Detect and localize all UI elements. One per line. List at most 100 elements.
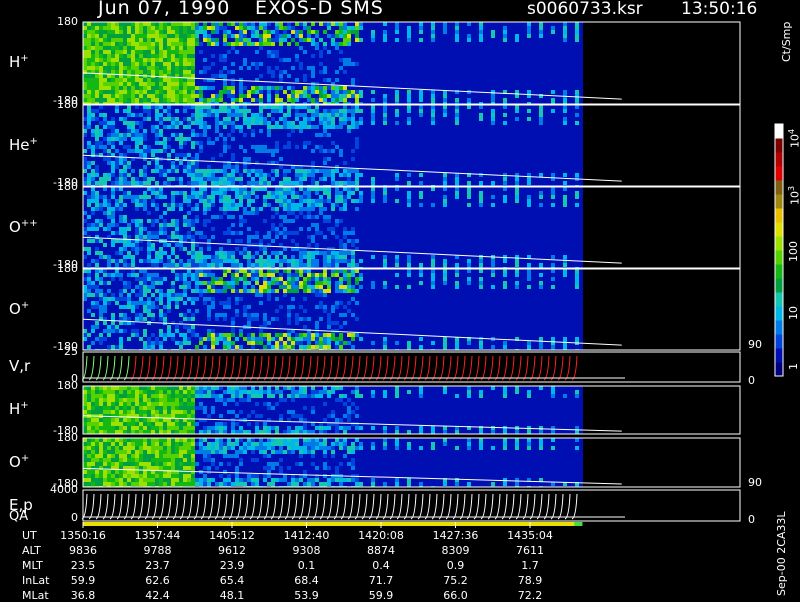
spectrogram-cell	[127, 149, 131, 153]
spectrogram-cell	[415, 105, 419, 109]
spectrogram-cell	[131, 117, 135, 121]
spectrogram-cell	[519, 105, 523, 109]
spectrogram-cell	[135, 78, 139, 82]
spectrogram-cell	[347, 181, 351, 185]
spectrogram-cell	[119, 113, 123, 117]
spectrogram-cell	[431, 113, 435, 117]
spectrogram-cell	[363, 109, 367, 113]
spectrogram-cell	[311, 46, 315, 50]
spectrogram-cell	[83, 133, 87, 137]
spectrogram-cell	[427, 58, 431, 62]
spectrogram-cell	[419, 165, 423, 169]
spectrogram-cell	[459, 161, 463, 165]
spectrogram-cell	[419, 137, 423, 141]
spectrogram-cell	[227, 54, 231, 58]
spectrogram-cell	[487, 181, 491, 185]
spectrogram-cell	[503, 141, 507, 145]
spectrogram-cell	[99, 129, 103, 133]
spectrogram-cell	[247, 145, 251, 149]
spectrogram-cell	[151, 30, 155, 34]
spectrogram-cell	[271, 149, 275, 153]
spectrogram-cell	[115, 105, 119, 109]
spectrogram-cell	[215, 181, 219, 185]
spectrogram-cell	[355, 137, 359, 141]
spectrogram-cell	[371, 177, 375, 181]
spectrogram-cell	[175, 66, 179, 70]
spectrogram-cell	[539, 46, 543, 50]
spectrogram-cell	[87, 165, 91, 169]
spectrogram-cell	[95, 129, 99, 133]
spectrogram-cell	[347, 74, 351, 78]
spectrogram-cell	[263, 169, 267, 173]
spectrogram-cell	[431, 42, 435, 46]
spectrogram-cell	[155, 109, 159, 113]
spectrogram-cell	[475, 105, 479, 109]
spectrogram-cell	[475, 66, 479, 70]
spectrogram-cell	[503, 46, 507, 50]
spectrogram-cell	[139, 125, 143, 129]
spectrogram-cell	[151, 137, 155, 141]
spectrogram-cell	[171, 169, 175, 173]
spectrogram-cell	[379, 177, 383, 181]
spectrogram-cell	[195, 137, 199, 141]
spectrogram-cell	[183, 117, 187, 121]
spectrogram-cell	[203, 121, 207, 125]
spectrogram-cell	[99, 30, 103, 34]
spectrogram-cell	[515, 82, 519, 86]
spectrogram-cell	[267, 46, 271, 50]
spectrogram-cell	[163, 86, 167, 90]
spectrogram-cell	[431, 181, 435, 185]
spectrogram-cell	[427, 54, 431, 58]
spectrogram-cell	[391, 145, 395, 149]
spectrogram-cell	[451, 78, 455, 82]
spectrogram-cell	[103, 94, 107, 98]
spectrogram-cell	[519, 46, 523, 50]
spectrogram-cell	[155, 94, 159, 98]
spectrogram-cell	[227, 98, 231, 102]
spectrogram-cell	[491, 133, 495, 137]
spectrogram-cell	[431, 74, 435, 78]
spectrogram-cell	[411, 58, 415, 62]
spectrogram-cell	[419, 58, 423, 62]
spectrogram-cell	[199, 173, 203, 177]
spectrogram-cell	[527, 105, 531, 109]
spectrogram-cell	[195, 54, 199, 58]
spectrogram-cell	[235, 82, 239, 86]
spectrogram-cell	[523, 145, 527, 149]
spectrogram-cell	[267, 22, 271, 26]
spectrogram-cell	[115, 26, 119, 30]
spectrogram-cell	[339, 46, 343, 50]
spectrogram-cell	[515, 54, 519, 58]
spectrogram-cell	[379, 42, 383, 46]
spectrogram-cell	[527, 117, 531, 121]
spectrogram-cell	[323, 22, 327, 26]
spectrogram-cell	[327, 70, 331, 74]
spectrogram-cell	[231, 50, 235, 54]
spectrogram-cell	[507, 169, 511, 173]
spectrogram-cell	[107, 86, 111, 90]
spectrogram-cell	[503, 66, 507, 70]
spectrogram-cell	[99, 177, 103, 181]
spectrogram-cell	[339, 117, 343, 121]
spectrogram-cell	[287, 30, 291, 34]
spectrogram-cell	[371, 173, 375, 177]
spectrogram-cell	[331, 129, 335, 133]
spectrogram-cell	[163, 22, 167, 26]
spectrogram-cell	[383, 46, 387, 50]
spectrogram-cell	[195, 125, 199, 129]
spectrogram-cell	[335, 46, 339, 50]
spectrogram-cell	[539, 50, 543, 54]
spectrogram-cell	[559, 74, 563, 78]
spectrogram-cell	[495, 181, 499, 185]
spectrogram-cell	[159, 121, 163, 125]
spectrogram-cell	[459, 54, 463, 58]
spectrogram-cell	[567, 98, 571, 102]
spectrogram-cell	[431, 121, 435, 125]
spectrogram-cell	[283, 90, 287, 94]
spectrogram-cell	[407, 125, 411, 129]
spectrogram-cell	[551, 58, 555, 62]
spectrogram-cell	[327, 66, 331, 70]
spectrogram-cell	[103, 157, 107, 161]
spectrogram-cell	[419, 82, 423, 86]
spectrogram-cell	[307, 181, 311, 185]
